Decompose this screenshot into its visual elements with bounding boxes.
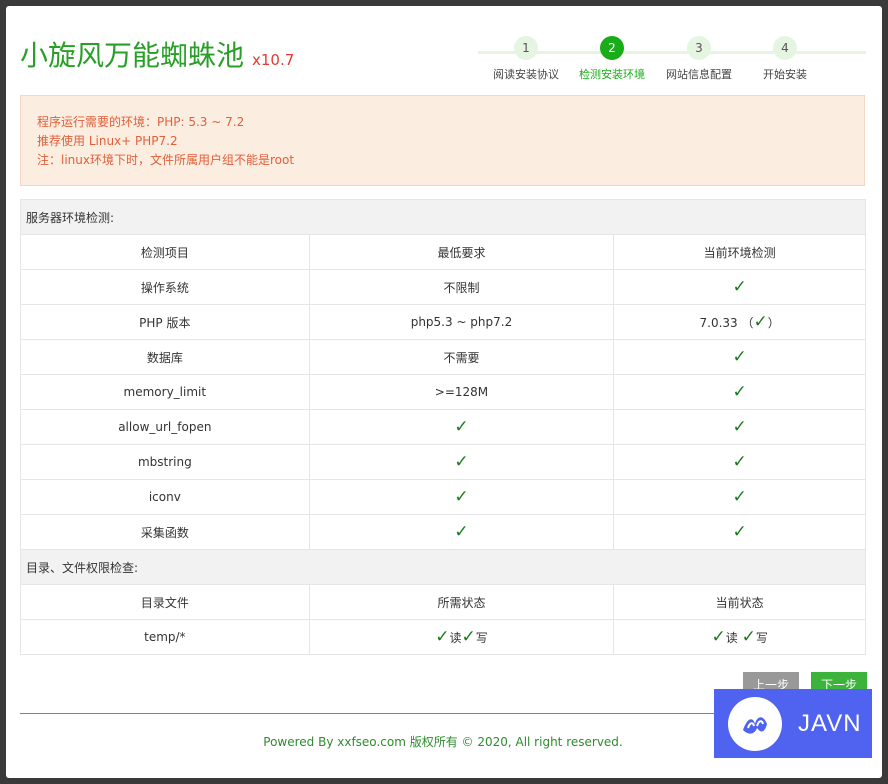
column-header: 所需状态	[308, 584, 615, 620]
table-row: temp/* ✓读✓写 ✓读 ✓写	[20, 619, 866, 655]
table-header-row: 目录文件 所需状态 当前状态	[20, 584, 866, 620]
column-header: 当前环境检测	[613, 234, 866, 270]
required-permission: ✓读✓写	[308, 619, 615, 655]
column-header: 当前状态	[613, 584, 866, 620]
current-status: ✓	[613, 374, 866, 410]
permission-check-title: 目录、文件权限检查:	[20, 549, 866, 585]
check-item: mbstring	[20, 444, 310, 480]
checkmark-icon: ✓	[454, 452, 469, 472]
php-version-value: 7.0.33	[699, 316, 738, 330]
requirement: php5.3 ~ php7.2	[308, 304, 615, 340]
current-status: ✓	[613, 339, 866, 375]
table-header-row: 检测项目 最低要求 当前环境检测	[20, 234, 866, 270]
write-label: 写	[755, 631, 768, 645]
checkmark-icon: ✓	[741, 627, 756, 647]
step-label: 检测安装环境	[579, 68, 645, 81]
section-header-row: 目录、文件权限检查:	[20, 549, 866, 585]
requirement: ✓	[308, 444, 615, 480]
installer-window: 小旋风万能蜘蛛池 x10.7 1 阅读安装协议 2 检测安装环境 3 网站信息配置…	[6, 6, 882, 778]
notice-line: 推荐使用 Linux+ PHP7.2	[37, 134, 178, 148]
table-row: mbstring ✓ ✓	[20, 444, 866, 480]
step-number: 4	[773, 36, 797, 60]
current-status: ✓	[613, 514, 866, 550]
step-label: 阅读安装协议	[493, 68, 559, 81]
step-2: 2 检测安装环境	[567, 36, 657, 82]
app-version: x10.7	[252, 51, 295, 69]
check-item: iconv	[20, 479, 310, 515]
read-label: 读	[449, 631, 462, 645]
checkmark-icon: ✓	[732, 382, 747, 402]
step-label: 开始安装	[763, 68, 807, 81]
section-header-row: 服务器环境检测:	[20, 199, 866, 235]
column-header: 最低要求	[308, 234, 615, 270]
requirement: ✓	[308, 479, 615, 515]
column-header: 目录文件	[20, 584, 310, 620]
checkmark-icon: ✓	[732, 522, 747, 542]
step-number: 2	[600, 36, 624, 60]
requirement: 不需要	[308, 339, 615, 375]
check-item: PHP 版本	[20, 304, 310, 340]
checkmark-icon: ✓	[711, 627, 726, 647]
write-label: 写	[475, 631, 488, 645]
notice-line: 注：linux环境下时，文件所属用户组不能是root	[37, 153, 295, 167]
check-item: 操作系统	[20, 269, 310, 305]
step-number: 1	[514, 36, 538, 60]
checkmark-icon: ✓	[435, 627, 450, 647]
environment-notice: 程序运行需要的环境：PHP: 5.3 ~ 7.2 推荐使用 Linux+ PHP…	[20, 95, 865, 186]
current-permission: ✓读 ✓写	[613, 619, 866, 655]
step-label: 网站信息配置	[666, 68, 732, 81]
requirement: ✓	[308, 514, 615, 550]
step-number: 3	[687, 36, 711, 60]
checkmark-icon: ✓	[732, 417, 747, 437]
check-item: 数据库	[20, 339, 310, 375]
server-check-title: 服务器环境检测:	[20, 199, 866, 235]
requirement: ✓	[308, 409, 615, 445]
checkmark-icon: ✓	[753, 312, 768, 332]
check-item: 采集函数	[20, 514, 310, 550]
environment-check-table: 服务器环境检测: 检测项目 最低要求 当前环境检测 操作系统 不限制 ✓ PHP…	[20, 199, 866, 655]
checkmark-icon: ✓	[732, 487, 747, 507]
watermark-logo-icon	[728, 696, 782, 751]
step-indicator: 1 阅读安装协议 2 检测安装环境 3 网站信息配置 4 开始安装	[478, 36, 866, 86]
table-row: iconv ✓ ✓	[20, 479, 866, 515]
table-row: 采集函数 ✓ ✓	[20, 514, 866, 550]
checkmark-icon: ✓	[732, 347, 747, 367]
table-row: allow_url_fopen ✓ ✓	[20, 409, 866, 445]
check-item: allow_url_fopen	[20, 409, 310, 445]
current-status: ✓	[613, 409, 866, 445]
table-row: 数据库 不需要 ✓	[20, 339, 866, 375]
table-row: 操作系统 不限制 ✓	[20, 269, 866, 305]
checkmark-icon: ✓	[461, 627, 476, 647]
column-header: 检测项目	[20, 234, 310, 270]
watermark-text: JAVN	[798, 709, 862, 737]
checkmark-icon: ✓	[454, 417, 469, 437]
checkmark-icon: ✓	[732, 277, 747, 297]
checkmark-icon: ✓	[732, 452, 747, 472]
directory-path: temp/*	[20, 619, 310, 655]
step-3: 3 网站信息配置	[654, 36, 744, 82]
check-item: memory_limit	[20, 374, 310, 410]
checkmark-icon: ✓	[454, 487, 469, 507]
watermark-overlay: JAVN	[714, 689, 872, 758]
current-status: ✓	[613, 479, 866, 515]
step-4: 4 开始安装	[740, 36, 830, 82]
requirement: 不限制	[308, 269, 615, 305]
current-status: 7.0.33 （✓）	[613, 304, 866, 340]
current-status: ✓	[613, 269, 866, 305]
notice-line: 程序运行需要的环境：PHP: 5.3 ~ 7.2	[37, 115, 245, 129]
read-label: 读	[725, 631, 738, 645]
app-name: 小旋风万能蜘蛛池	[20, 39, 245, 72]
table-row: PHP 版本 php5.3 ~ php7.2 7.0.33 （✓）	[20, 304, 866, 340]
checkmark-icon: ✓	[454, 522, 469, 542]
app-title: 小旋风万能蜘蛛池 x10.7	[20, 34, 294, 74]
current-status: ✓	[613, 444, 866, 480]
step-1: 1 阅读安装协议	[481, 36, 571, 82]
requirement: >=128M	[308, 374, 615, 410]
table-row: memory_limit >=128M ✓	[20, 374, 866, 410]
